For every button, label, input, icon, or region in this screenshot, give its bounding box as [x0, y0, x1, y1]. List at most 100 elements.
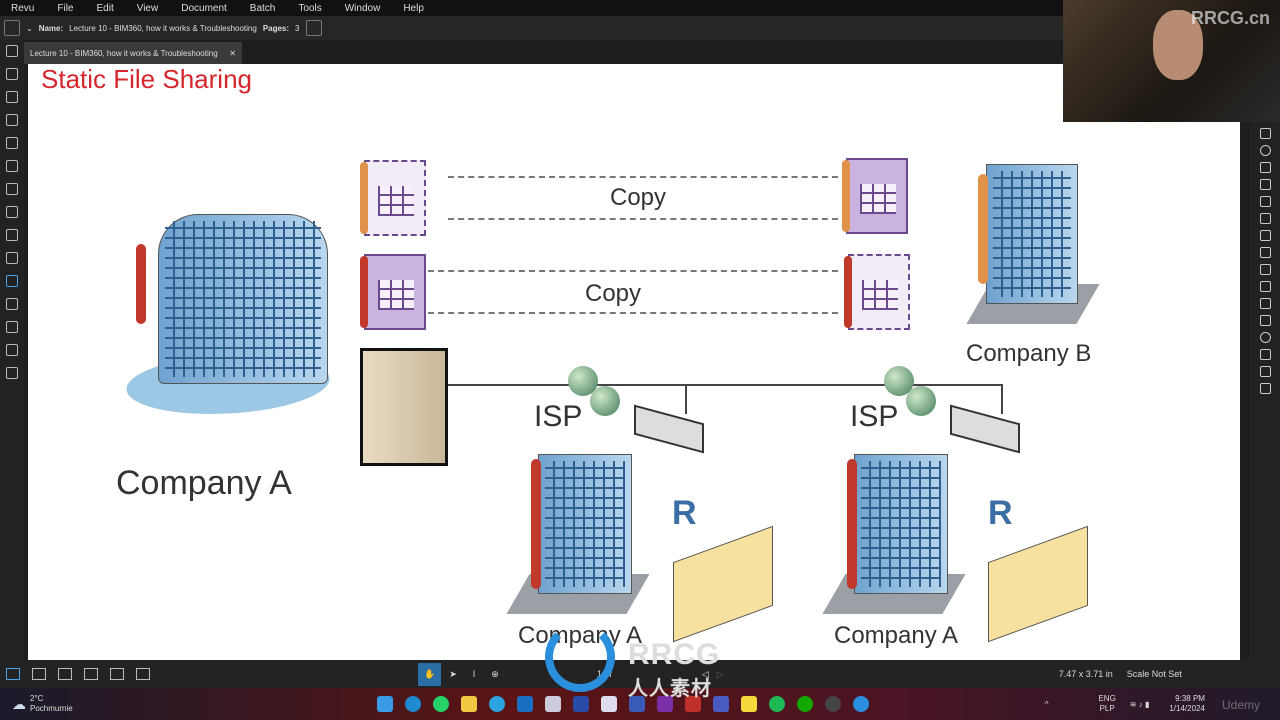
menu-tools[interactable]: Tools — [287, 3, 333, 14]
revit-icon[interactable] — [544, 696, 561, 712]
ellipse-icon[interactable] — [1260, 332, 1271, 343]
sets-icon[interactable] — [6, 183, 18, 195]
pdf-page[interactable]: Static File Sharing Company A Copy Copy … — [28, 64, 1240, 660]
thumbnails-icon[interactable] — [6, 45, 18, 57]
line-icon[interactable] — [1260, 230, 1271, 241]
settings-icon[interactable] — [6, 206, 18, 218]
isp-label-1: ISP — [534, 400, 583, 433]
network-drop-2 — [1001, 384, 1003, 414]
grid-icon[interactable] — [6, 68, 18, 80]
menu-file[interactable]: File — [46, 3, 85, 14]
page-setup-icon[interactable] — [305, 20, 322, 36]
search-icon[interactable] — [6, 344, 18, 356]
select-icon[interactable]: ➤ — [449, 669, 457, 680]
menu-document[interactable]: Document — [170, 3, 239, 14]
measure-icon[interactable] — [6, 229, 18, 241]
logo-main: RRCG — [628, 638, 721, 671]
navisworks-icon[interactable] — [572, 696, 589, 712]
menu-help[interactable]: Help — [392, 3, 436, 14]
language[interactable]: ENG — [1098, 694, 1115, 704]
single-page-icon[interactable] — [32, 668, 46, 680]
branch-1-flag — [531, 459, 541, 589]
copied-file-b-icon — [844, 254, 910, 330]
chevron-down-icon[interactable]: ⌄ — [26, 24, 33, 33]
company-b-flag — [978, 174, 988, 284]
file-explorer-icon[interactable] — [460, 696, 477, 712]
watermark-rrcg: RRCG.cn — [1190, 8, 1270, 28]
clock-date[interactable]: 1/14/2024 — [1169, 704, 1205, 714]
obs-icon[interactable] — [824, 696, 841, 712]
zoom-icon[interactable]: ⊕ — [491, 669, 499, 680]
tab-document[interactable]: Lecture 10 - BIM360, how it works & Trou… — [24, 42, 242, 64]
arc-icon[interactable] — [1260, 264, 1271, 275]
router-icon — [950, 404, 1020, 454]
list-icon[interactable] — [6, 668, 20, 680]
tag-icon[interactable] — [6, 298, 18, 310]
pan-hand-icon[interactable]: ✋ — [418, 662, 442, 686]
layers-icon[interactable] — [6, 114, 18, 126]
webcam-overlay: RRCG.cn — [1063, 0, 1280, 122]
clock-time[interactable]: 9:38 PM — [1169, 694, 1205, 704]
shape-icon[interactable] — [1260, 145, 1271, 156]
callout-icon[interactable] — [1260, 162, 1271, 173]
scale-status[interactable]: Scale Not Set — [1127, 669, 1182, 679]
rrcg-logo-text: RRCG 人人素材 — [628, 638, 720, 701]
bluebeam-icon[interactable] — [852, 696, 869, 712]
sync-icon[interactable] — [110, 668, 124, 680]
bookmarks-icon[interactable] — [6, 91, 18, 103]
menu-revu[interactable]: Revu — [0, 3, 46, 14]
split-vertical-icon[interactable] — [58, 668, 72, 680]
udemy-watermark: Udemy — [1222, 698, 1261, 712]
copy-label-bottom: Copy — [585, 280, 642, 307]
server-icon — [360, 348, 448, 466]
places-icon[interactable] — [6, 160, 18, 172]
forms-icon[interactable] — [6, 252, 18, 264]
polyline-icon[interactable] — [1260, 281, 1271, 292]
document-icon[interactable] — [4, 20, 20, 36]
outlook-icon[interactable] — [516, 696, 533, 712]
start-icon[interactable] — [376, 696, 393, 712]
sticky-notes-icon[interactable] — [740, 696, 757, 712]
signature-icon[interactable] — [6, 367, 18, 379]
menu-edit[interactable]: Edit — [85, 3, 125, 14]
spotify-icon[interactable] — [768, 696, 785, 712]
stamp-icon[interactable] — [1260, 179, 1271, 190]
copied-file-icon — [360, 160, 426, 236]
chevron-up-icon[interactable]: ^ — [1045, 700, 1049, 709]
snapshot-icon[interactable] — [1260, 213, 1271, 224]
menu-window[interactable]: Window — [334, 3, 393, 14]
menu-view[interactable]: View — [126, 3, 171, 14]
image-icon[interactable] — [1260, 196, 1271, 207]
upwork-icon[interactable] — [796, 696, 813, 712]
tool-icon[interactable] — [1260, 128, 1271, 139]
wifi-icon[interactable]: ≋ ♪ ▮ — [1130, 700, 1150, 709]
network-drop-1 — [685, 384, 687, 414]
polygon-icon[interactable] — [1260, 349, 1271, 360]
telegram-icon[interactable] — [488, 696, 505, 712]
company-a-label: Company A — [116, 464, 292, 502]
edge-icon[interactable] — [404, 696, 421, 712]
menu-batch[interactable]: Batch — [239, 3, 288, 14]
markup-icon[interactable] — [6, 275, 18, 287]
page-dimensions: 7.47 x 3.71 in — [1058, 669, 1113, 679]
keyboard-layout[interactable]: PLP — [1098, 704, 1115, 714]
tab-title: Lecture 10 - BIM360, how it works & Trou… — [30, 48, 218, 58]
measure-icon[interactable] — [1260, 383, 1271, 394]
rectangle-icon[interactable] — [1260, 315, 1271, 326]
revit-2-icon[interactable] — [600, 696, 617, 712]
workstation-user-icon — [988, 525, 1088, 643]
compare-icon[interactable] — [136, 668, 150, 680]
close-icon[interactable]: ✕ — [229, 49, 236, 58]
text-select-icon[interactable]: I — [473, 669, 476, 679]
cloud-icon[interactable] — [1260, 366, 1271, 377]
whatsapp-icon[interactable] — [432, 696, 449, 712]
branch-2-building-icon — [854, 454, 948, 594]
split-horizontal-icon[interactable] — [84, 668, 98, 680]
toolchest-icon[interactable] — [6, 137, 18, 149]
dimension-icon[interactable] — [1260, 298, 1271, 309]
save-icon[interactable] — [6, 321, 18, 333]
router-icon — [634, 404, 704, 454]
company-b-label: Company B — [966, 340, 1092, 367]
logo-sub: 人人素材 — [628, 678, 712, 700]
arrow-icon[interactable] — [1260, 247, 1271, 258]
